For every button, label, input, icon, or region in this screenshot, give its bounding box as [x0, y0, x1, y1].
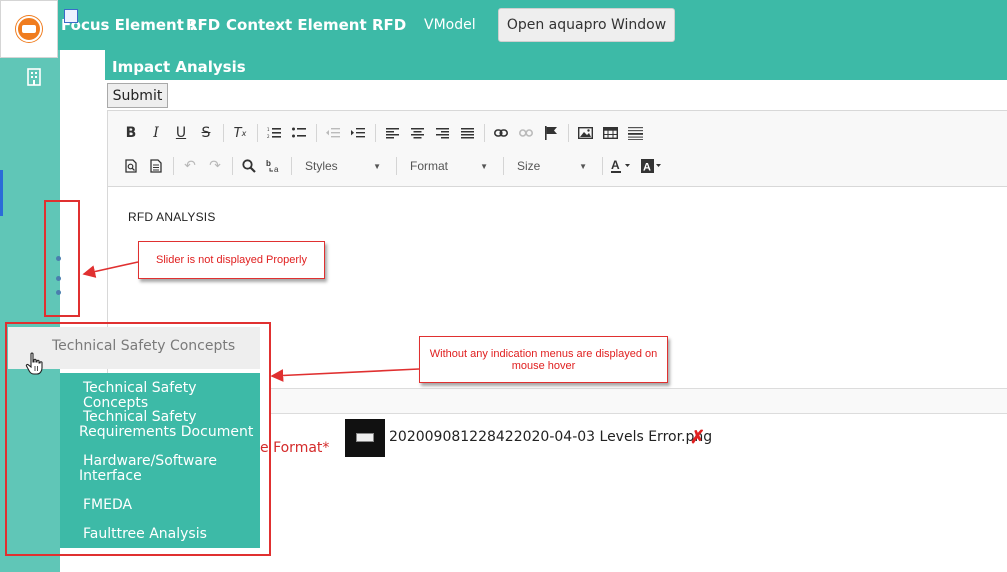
- building-icon[interactable]: [26, 68, 42, 86]
- active-indicator: [0, 170, 3, 216]
- annotation-slider-note: Slider is not displayed Properly: [138, 241, 325, 279]
- app-logo[interactable]: [0, 0, 58, 58]
- styles-dropdown-label: Styles: [305, 159, 338, 173]
- menu-item-tsrd-line1[interactable]: Technical Safety: [83, 410, 197, 425]
- remove-format-icon[interactable]: Tx: [229, 122, 251, 144]
- window-icon: [64, 9, 78, 23]
- attachment-thumbnail[interactable]: [345, 419, 385, 457]
- menu-item-faulttree-analysis[interactable]: Faulttree Analysis: [83, 527, 207, 542]
- format-dropdown[interactable]: Format ▼: [402, 155, 494, 177]
- align-left-icon[interactable]: [381, 122, 403, 144]
- panel-title: Impact Analysis: [105, 50, 1007, 80]
- align-center-icon[interactable]: [406, 122, 428, 144]
- undo-icon[interactable]: ↶: [179, 155, 201, 177]
- editor-content[interactable]: RFD ANALYSIS: [128, 210, 216, 224]
- menu-item-hsi-line2[interactable]: Interface: [79, 469, 142, 484]
- logo-icon: [16, 16, 42, 42]
- context-element-label: Context Element :: [226, 16, 378, 34]
- horizontal-line-icon[interactable]: [624, 122, 646, 144]
- svg-text:A: A: [611, 158, 620, 172]
- editor-toolbar: B I U S Tx 12 ↶ ↷ b a Styles ▼ Format ▼ …: [108, 111, 1007, 187]
- menu-item-technical-safety-concepts[interactable]: Technical Safety Concepts: [83, 381, 260, 411]
- menu-item-hsi-line1[interactable]: Hardware/Software: [83, 454, 217, 469]
- svg-text:a: a: [274, 165, 279, 173]
- svg-text:1: 1: [267, 127, 270, 132]
- size-dropdown[interactable]: Size ▼: [509, 155, 593, 177]
- italic-icon[interactable]: I: [145, 122, 167, 144]
- top-bar: Focus Element : RFD Context Element : RF…: [0, 0, 1007, 50]
- outdent-icon[interactable]: [322, 122, 344, 144]
- submenu: Technical Safety Concepts Technical Safe…: [60, 373, 260, 548]
- annotation-menu-note: Without any indication menus are display…: [419, 336, 668, 383]
- context-element-value: RFD: [372, 16, 407, 34]
- focus-element-label: Focus Element :: [61, 16, 196, 34]
- chevron-down-icon: ▼: [579, 161, 587, 171]
- underline-icon[interactable]: U: [170, 122, 192, 144]
- chevron-down-icon: ▼: [373, 161, 381, 171]
- align-right-icon[interactable]: [431, 122, 453, 144]
- table-icon[interactable]: [599, 122, 621, 144]
- image-icon[interactable]: [574, 122, 596, 144]
- justify-icon[interactable]: [456, 122, 478, 144]
- editor-footer: [270, 388, 1007, 414]
- bulleted-list-icon[interactable]: [288, 122, 310, 144]
- open-aquapro-window-button[interactable]: Open aquapro Window: [498, 8, 675, 42]
- text-color-icon[interactable]: A: [608, 155, 636, 177]
- slider-remnant[interactable]: [55, 212, 63, 312]
- svg-text:A: A: [643, 162, 651, 174]
- left-sidebar: [0, 50, 60, 572]
- strikethrough-icon[interactable]: S: [195, 122, 217, 144]
- replace-icon[interactable]: ba: [263, 155, 285, 177]
- styles-dropdown[interactable]: Styles ▼: [297, 155, 387, 177]
- toolbar-row-2: ↶ ↷ ba Styles ▼ Format ▼ Size ▼ A A: [120, 154, 670, 178]
- search-icon[interactable]: [238, 155, 260, 177]
- file-format-label: e Format*: [260, 440, 330, 456]
- link-icon[interactable]: [490, 122, 512, 144]
- format-dropdown-label: Format: [410, 159, 449, 173]
- page: Focus Element : RFD Context Element : RF…: [0, 0, 1007, 572]
- svg-text:2: 2: [267, 134, 270, 139]
- indent-icon[interactable]: [347, 122, 369, 144]
- hand-cursor-icon: [25, 352, 43, 375]
- attachment-filename[interactable]: 202009081228422020-04-03 Levels Error.pn…: [389, 429, 712, 445]
- numbered-list-icon[interactable]: 12: [263, 122, 285, 144]
- menu-item-fmeda[interactable]: FMEDA: [83, 498, 132, 513]
- toolbar-row-1: B I U S Tx 12: [120, 121, 649, 145]
- preview-icon[interactable]: [120, 155, 142, 177]
- menu-parent-item[interactable]: Technical Safety Concepts: [8, 327, 260, 369]
- background-color-icon[interactable]: A: [639, 155, 667, 177]
- menu-item-tsrd-line2[interactable]: Requirements Document: [79, 425, 253, 440]
- anchor-flag-icon[interactable]: [540, 122, 562, 144]
- unlink-icon[interactable]: [515, 122, 537, 144]
- bold-icon[interactable]: B: [120, 122, 142, 144]
- focus-element-value: RFD: [186, 16, 221, 34]
- submit-button[interactable]: Submit: [107, 83, 168, 108]
- redo-icon[interactable]: ↷: [204, 155, 226, 177]
- svg-text:b: b: [266, 159, 271, 168]
- size-dropdown-label: Size: [517, 159, 541, 173]
- chevron-down-icon: ▼: [480, 161, 488, 171]
- document-icon[interactable]: [145, 155, 167, 177]
- vmodel-link[interactable]: VModel: [424, 17, 476, 33]
- delete-icon[interactable]: ✗: [690, 427, 705, 448]
